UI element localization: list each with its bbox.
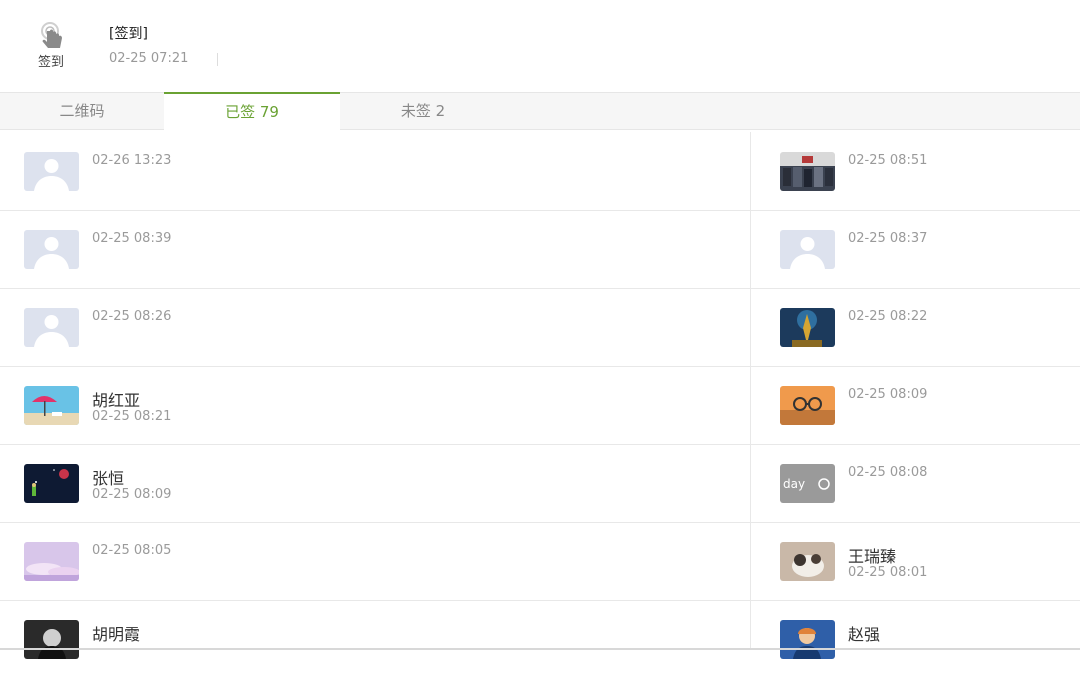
record-time: 02-26 13:23 (92, 153, 172, 168)
avatar (24, 620, 79, 659)
avatar (24, 308, 79, 347)
checkin-header: 签到 [签到] 02-25 07:21 (0, 0, 1080, 92)
avatar (24, 464, 79, 503)
avatar (24, 152, 79, 191)
checkin-record[interactable]: 赵强 (751, 600, 1080, 678)
avatar (780, 542, 835, 581)
checkin-record[interactable]: 胡明霞 (0, 600, 750, 678)
tab-unsigned[interactable]: 未签 2 (340, 93, 506, 130)
checkin-record[interactable]: 02-25 08:05 (0, 522, 750, 600)
record-time: 02-25 08:08 (848, 465, 928, 480)
record-name: 张恒 (92, 469, 125, 488)
event-time: 02-25 07:21 (109, 51, 189, 66)
checkin-label: 签到 (38, 55, 65, 70)
avatar (780, 152, 835, 191)
tap-hand-icon (36, 22, 72, 50)
checkin-record[interactable]: 张恒 02-25 08:09 (0, 444, 750, 522)
record-name: 胡明霞 (92, 625, 141, 644)
avatar (24, 386, 79, 425)
checkin-record[interactable]: 02-25 08:51 (751, 132, 1080, 210)
record-time: 02-25 08:39 (92, 231, 172, 246)
record-name: 王瑞臻 (848, 547, 897, 566)
record-time: 02-25 08:09 (848, 387, 928, 402)
avatar (780, 308, 835, 347)
checkin-record[interactable]: 02-25 08:09 (751, 366, 1080, 444)
record-time: 02-25 08:09 (92, 487, 172, 502)
record-time: 02-25 08:51 (848, 153, 928, 168)
avatar: day (780, 464, 835, 503)
record-time: 02-25 08:05 (92, 543, 172, 558)
record-time: 02-25 08:26 (92, 309, 172, 324)
checkin-list: 02-26 13:23 02-25 08:51 02-25 08:39 02-25 0… (0, 132, 1080, 659)
avatar (24, 542, 79, 581)
avatar (780, 386, 835, 425)
event-title: [签到] (109, 26, 148, 42)
checkin-record[interactable]: 02-25 08:22 (751, 288, 1080, 366)
tab-bar: 二维码 已签 79 未签 2 (0, 92, 1080, 132)
record-time: 02-25 08:01 (848, 565, 928, 580)
checkin-record[interactable]: 王瑞臻 02-25 08:01 (751, 522, 1080, 600)
record-time: 02-25 08:37 (848, 231, 928, 246)
svg-text:day: day (783, 477, 805, 491)
checkin-record[interactable]: 02-26 13:23 (0, 132, 750, 210)
tab-signed[interactable]: 已签 79 (164, 92, 340, 132)
divider (217, 53, 218, 66)
checkin-record[interactable]: day 02-25 08:08 (751, 444, 1080, 522)
checkin-record[interactable]: 02-25 08:37 (751, 210, 1080, 288)
checkin-record[interactable]: 02-25 08:26 (0, 288, 750, 366)
avatar (780, 230, 835, 269)
record-name: 赵强 (848, 625, 881, 644)
record-name: 胡红亚 (92, 391, 141, 410)
avatar (780, 620, 835, 659)
checkin-record[interactable]: 02-25 08:39 (0, 210, 750, 288)
record-time: 02-25 08:21 (92, 409, 172, 424)
avatar (24, 230, 79, 269)
tab-qrcode[interactable]: 二维码 (0, 93, 164, 130)
record-time: 02-25 08:22 (848, 309, 928, 324)
checkin-record[interactable]: 胡红亚 02-25 08:21 (0, 366, 750, 444)
